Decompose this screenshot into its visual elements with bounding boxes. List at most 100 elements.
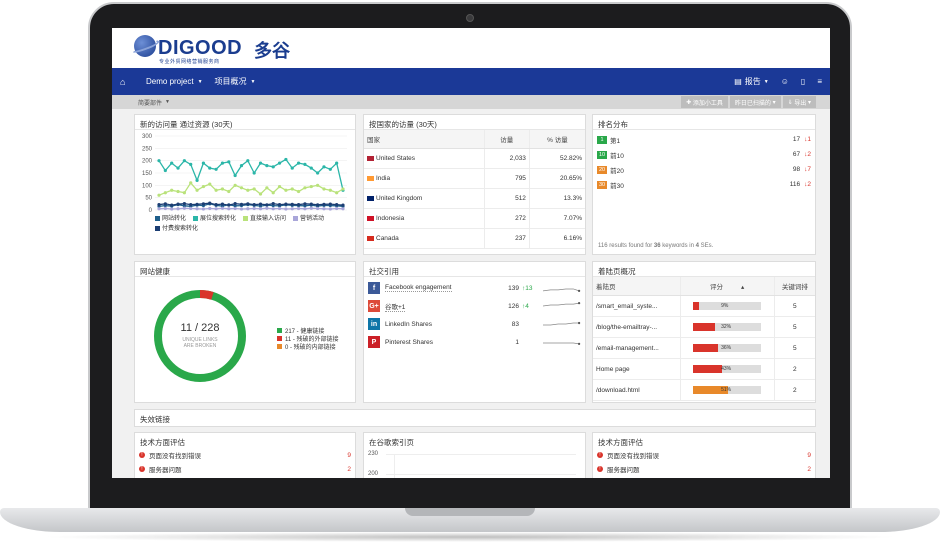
table-row[interactable]: /blog/the-emailtray-... 32% 5: [593, 316, 815, 338]
overview-dropdown[interactable]: 项目概况 ▼: [215, 76, 256, 87]
legend-item[interactable]: 直接输入访问: [243, 213, 286, 222]
data-point[interactable]: [265, 186, 269, 190]
ranking-row[interactable]: 30 前30 116 ↓2: [593, 177, 815, 192]
data-point[interactable]: [170, 188, 174, 192]
data-point[interactable]: [201, 202, 206, 206]
data-point[interactable]: [170, 207, 174, 211]
data-point[interactable]: [309, 202, 313, 206]
data-point[interactable]: [246, 159, 250, 163]
data-point[interactable]: [163, 191, 167, 195]
table-row[interactable]: /email-management... 36% 5: [593, 337, 815, 359]
data-point[interactable]: [220, 202, 225, 206]
social-row[interactable]: P Pinterest Shares 1: [364, 333, 585, 351]
data-point[interactable]: [201, 184, 206, 189]
data-point[interactable]: [182, 206, 186, 210]
data-point[interactable]: [284, 188, 288, 192]
data-point[interactable]: [258, 207, 263, 211]
data-point[interactable]: [271, 165, 275, 169]
data-point[interactable]: [220, 187, 225, 191]
data-point[interactable]: [239, 164, 244, 168]
data-point[interactable]: [214, 167, 218, 171]
data-point[interactable]: [239, 207, 244, 211]
data-point[interactable]: [296, 206, 301, 211]
data-point[interactable]: [233, 201, 237, 206]
data-point[interactable]: [157, 193, 161, 197]
data-point[interactable]: [316, 206, 320, 211]
data-point[interactable]: [303, 207, 307, 211]
data-point[interactable]: [316, 171, 320, 175]
data-point[interactable]: [271, 191, 275, 195]
data-point[interactable]: [239, 186, 244, 190]
data-point[interactable]: [328, 167, 332, 171]
data-point[interactable]: [258, 192, 263, 196]
ranking-row[interactable]: 1 第1 17 ↓1: [593, 132, 815, 147]
legend-item[interactable]: 网站转化: [155, 213, 186, 222]
data-point[interactable]: [189, 206, 193, 211]
legend-item[interactable]: 展位搜索转化: [193, 213, 236, 222]
data-point[interactable]: [220, 206, 225, 210]
legend-item[interactable]: 营销活动: [293, 213, 324, 222]
data-point[interactable]: [246, 207, 250, 211]
data-point[interactable]: [182, 201, 186, 206]
data-point[interactable]: [335, 206, 339, 211]
data-point[interactable]: [296, 202, 301, 207]
issue-row[interactable]: ! 服务器问题 2: [593, 462, 815, 476]
data-point[interactable]: [322, 207, 326, 211]
social-row[interactable]: in LinkedIn Shares 83: [364, 315, 585, 333]
data-point[interactable]: [277, 184, 282, 189]
data-point[interactable]: [176, 166, 180, 170]
data-point[interactable]: [277, 161, 282, 165]
report-dropdown[interactable]: ▤ 报告 ▼: [734, 76, 769, 87]
data-point[interactable]: [214, 207, 218, 211]
data-point[interactable]: [220, 161, 225, 165]
export-button[interactable]: ⇓ 导出 ▾: [782, 96, 816, 108]
data-point[interactable]: [258, 202, 263, 206]
data-point[interactable]: [227, 203, 231, 207]
book-icon[interactable]: ▯: [801, 77, 805, 86]
data-point[interactable]: [214, 188, 218, 192]
data-point[interactable]: [309, 206, 313, 210]
data-point[interactable]: [341, 187, 345, 191]
data-point[interactable]: [328, 188, 332, 192]
users-icon[interactable]: ☺: [781, 77, 789, 86]
add-widget-button[interactable]: ✚ 添加小工具: [681, 96, 728, 108]
data-point[interactable]: [208, 182, 212, 186]
data-point[interactable]: [233, 183, 237, 187]
data-point[interactable]: [316, 203, 320, 207]
data-point[interactable]: [227, 189, 231, 194]
data-point[interactable]: [201, 161, 206, 165]
data-point[interactable]: [265, 206, 269, 210]
data-point[interactable]: [208, 201, 212, 205]
data-point[interactable]: [182, 191, 186, 195]
data-point[interactable]: [233, 206, 237, 211]
data-point[interactable]: [303, 186, 307, 190]
data-point[interactable]: [239, 202, 244, 206]
col-score[interactable]: 评分 ▴: [679, 277, 775, 296]
issue-row[interactable]: ! 页面没有找到错误 9: [135, 448, 355, 462]
data-point[interactable]: [296, 189, 301, 194]
data-point[interactable]: [277, 202, 282, 207]
data-point[interactable]: [189, 202, 193, 207]
data-point[interactable]: [309, 166, 313, 170]
data-point[interactable]: [195, 178, 199, 182]
data-point[interactable]: [335, 202, 339, 207]
summary-widgets-dropdown[interactable]: 简要部件 ▼: [138, 98, 170, 107]
data-point[interactable]: [195, 202, 199, 206]
data-point[interactable]: [290, 202, 294, 206]
data-point[interactable]: [322, 165, 326, 169]
data-point[interactable]: [252, 206, 256, 211]
date-range-dropdown[interactable]: 昨日已扫描的 ▾: [729, 96, 781, 108]
data-point[interactable]: [157, 207, 161, 211]
data-point[interactable]: [335, 191, 339, 195]
data-point[interactable]: [290, 187, 294, 191]
data-point[interactable]: [328, 207, 332, 211]
data-point[interactable]: [265, 203, 269, 207]
data-point[interactable]: [195, 188, 199, 192]
data-point[interactable]: [341, 207, 345, 211]
data-point[interactable]: [271, 207, 275, 211]
data-point[interactable]: [227, 160, 231, 164]
data-point[interactable]: [163, 206, 167, 211]
data-point[interactable]: [322, 187, 326, 191]
project-dropdown[interactable]: Demo project ▼: [146, 77, 203, 86]
data-point[interactable]: [265, 164, 269, 168]
